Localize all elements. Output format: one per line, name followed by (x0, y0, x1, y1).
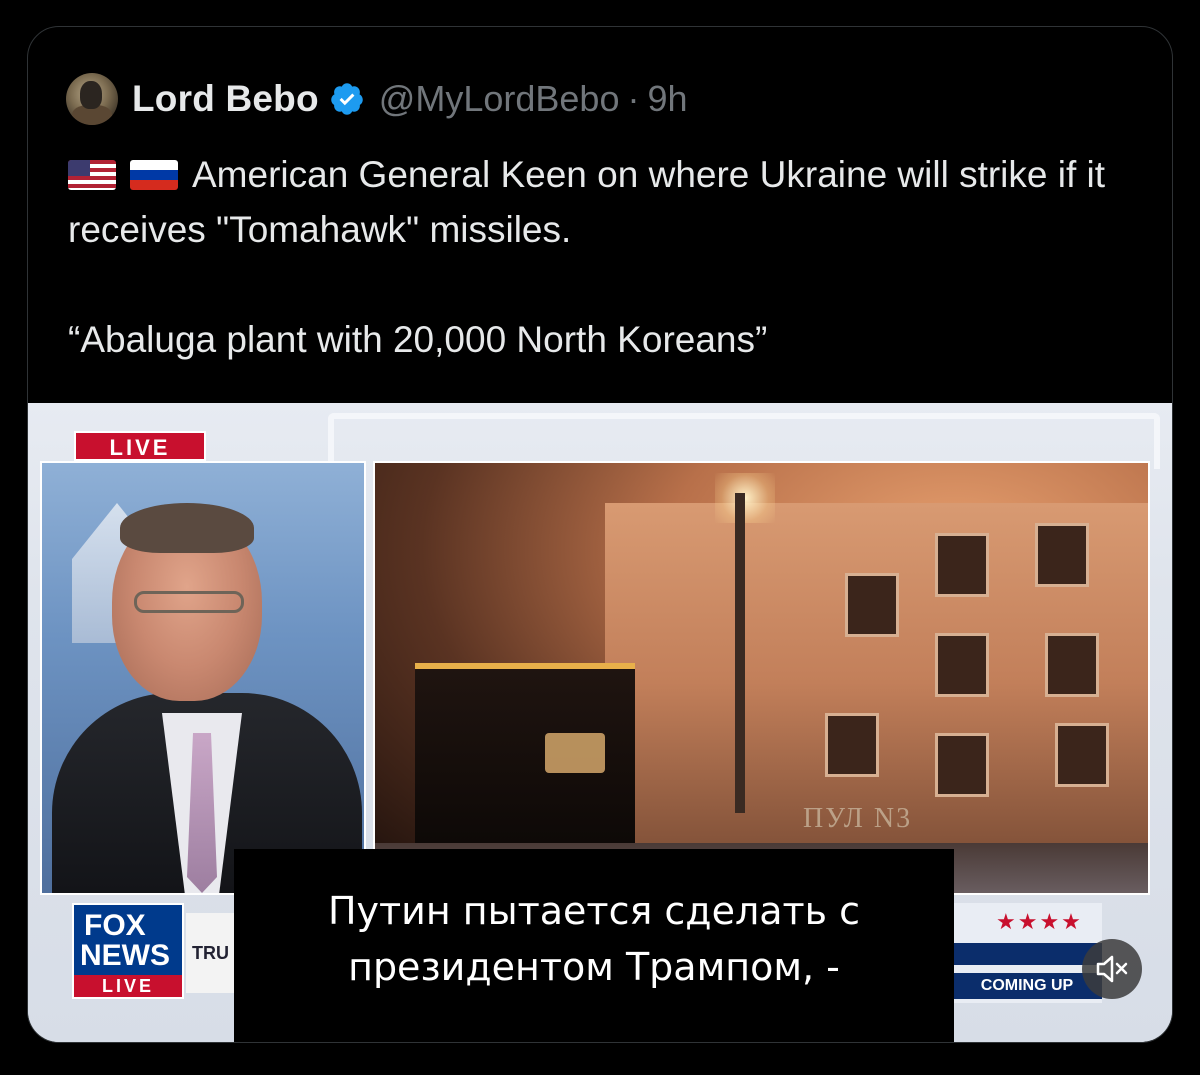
video-player[interactable]: LIVE ПУЛ N3 FOX NEWS LIVE TRU ★★★★ COMIN… (28, 403, 1172, 1042)
tweet-header: Lord Bebo @MyLordBebo · 9h (66, 73, 688, 125)
author-handle[interactable]: @MyLordBebo (379, 78, 620, 120)
subtitle-box: Путин пытается сделать с президентом Тра… (234, 849, 954, 1042)
tweet-card[interactable]: Lord Bebo @MyLordBebo · 9h American Gene… (27, 26, 1173, 1043)
verified-badge-icon (331, 83, 363, 115)
tweet-text-line2: “Abaluga plant with 20,000 North Koreans… (68, 319, 768, 360)
subtitle-line1: Путин пытается сделать с (327, 889, 861, 933)
avatar[interactable] (66, 73, 118, 125)
watermark: ПУЛ N3 (803, 803, 913, 834)
russia-flag-icon (130, 160, 178, 190)
us-flag-icon (68, 160, 116, 190)
anchor-panel (40, 461, 366, 895)
post-time[interactable]: 9h (647, 78, 687, 120)
tweet-text-line1: American General Keen on where Ukraine w… (68, 154, 1106, 250)
fox-news-logo: FOX NEWS LIVE (72, 903, 184, 999)
speaker-muted-icon (1096, 955, 1128, 983)
tweet-body: American General Keen on where Ukraine w… (68, 147, 1148, 367)
author-name[interactable]: Lord Bebo (132, 78, 319, 120)
live-tag: LIVE (74, 431, 206, 461)
coming-up-banner: ★★★★ COMING UP (952, 903, 1102, 1003)
subtitle-line2: президентом Трампом, - (348, 945, 840, 989)
mute-button[interactable] (1082, 939, 1142, 999)
footage-panel: ПУЛ N3 (373, 461, 1150, 895)
separator-dot: · (627, 78, 640, 119)
